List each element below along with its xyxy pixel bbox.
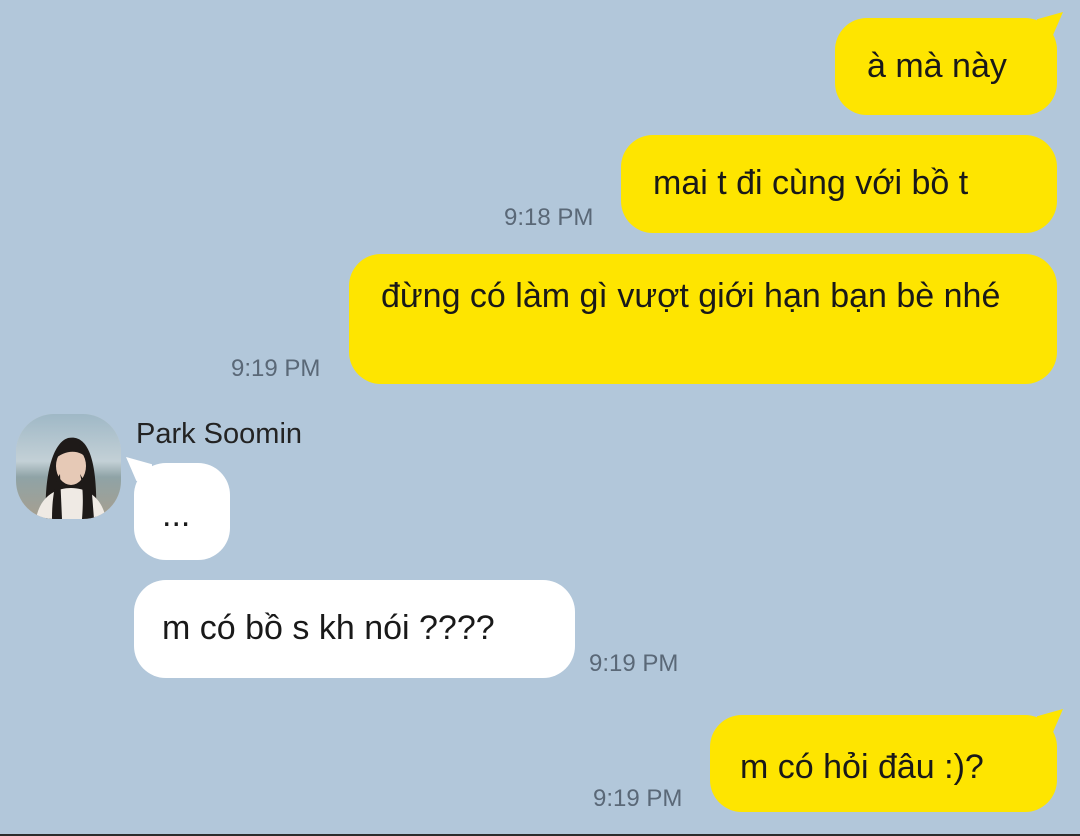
message-bubble-sent[interactable]: m có hỏi đâu :)? xyxy=(710,715,1057,812)
message-bubble-sent[interactable]: à mà này xyxy=(835,18,1057,115)
message-text: mai t đi cùng với bồ t xyxy=(653,164,969,202)
contact-name: Park Soomin xyxy=(136,418,303,450)
message-bubble-received[interactable]: ... xyxy=(134,463,230,560)
chat-room: à mà này mai t đi cùng với bồ t 9:18 PM … xyxy=(0,0,1080,834)
message-text: m có hỏi đâu :)? xyxy=(740,748,984,786)
message-timestamp: 9:19 PM xyxy=(231,355,321,382)
message-bubble-sent[interactable]: mai t đi cùng với bồ t xyxy=(621,135,1057,233)
message-text: m có bồ s kh nói ???? xyxy=(162,609,495,647)
message-bubble-received[interactable]: m có bồ s kh nói ???? xyxy=(134,580,575,678)
message-bubble-sent[interactable]: đừng có làm gì vượt giới hạn bạn bè nhé xyxy=(349,254,1057,384)
message-timestamp: 9:19 PM xyxy=(589,650,679,677)
message-timestamp: 9:18 PM xyxy=(504,204,594,231)
contact-avatar[interactable] xyxy=(16,414,121,519)
message-timestamp: 9:19 PM xyxy=(593,785,683,812)
message-text: à mà này xyxy=(867,47,1007,85)
message-text: đừng có làm gì vượt giới hạn bạn bè nhé xyxy=(381,277,1001,315)
message-text: ... xyxy=(162,496,191,534)
avatar-image xyxy=(16,414,121,519)
